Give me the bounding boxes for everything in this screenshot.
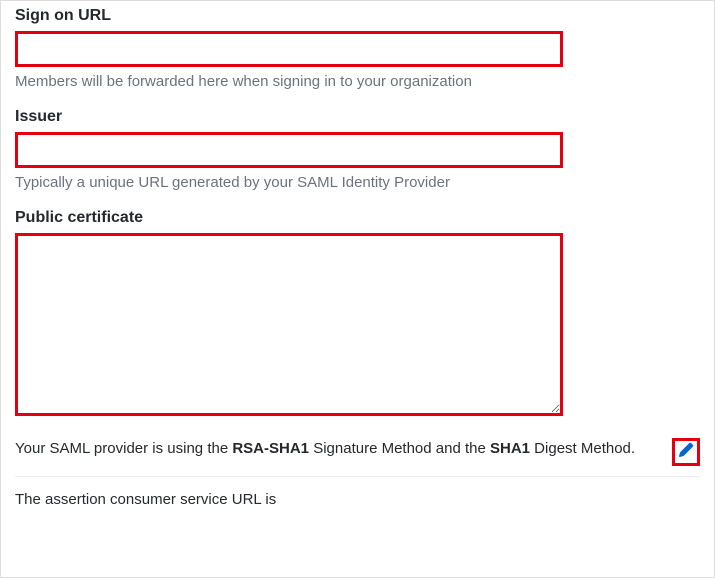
saml-method-info: Your SAML provider is using the RSA-SHA1… <box>15 438 700 477</box>
saml-info-mid: Signature Method and the <box>309 440 490 457</box>
saml-signature-method: RSA-SHA1 <box>232 440 309 457</box>
assertion-consumer-label: The assertion consumer service URL is <box>15 491 276 508</box>
assertion-consumer-row: The assertion consumer service URL is <box>15 491 700 508</box>
public-certificate-label: Public certificate <box>15 209 700 227</box>
saml-info-suffix: Digest Method. <box>530 440 635 457</box>
public-certificate-textarea[interactable] <box>15 233 563 416</box>
saml-settings-panel: Sign on URL Members will be forwarded he… <box>0 0 715 578</box>
saml-method-text: Your SAML provider is using the RSA-SHA1… <box>15 438 666 461</box>
pencil-icon <box>678 442 694 462</box>
saml-digest-method: SHA1 <box>490 440 530 457</box>
edit-saml-method-button[interactable] <box>672 438 700 466</box>
issuer-label: Issuer <box>15 108 700 126</box>
sign-on-url-help: Members will be forwarded here when sign… <box>15 73 700 90</box>
issuer-input[interactable] <box>15 132 563 168</box>
sign-on-url-input[interactable] <box>15 31 563 67</box>
sign-on-url-label: Sign on URL <box>15 7 700 25</box>
saml-info-prefix: Your SAML provider is using the <box>15 440 232 457</box>
issuer-help: Typically a unique URL generated by your… <box>15 174 700 191</box>
